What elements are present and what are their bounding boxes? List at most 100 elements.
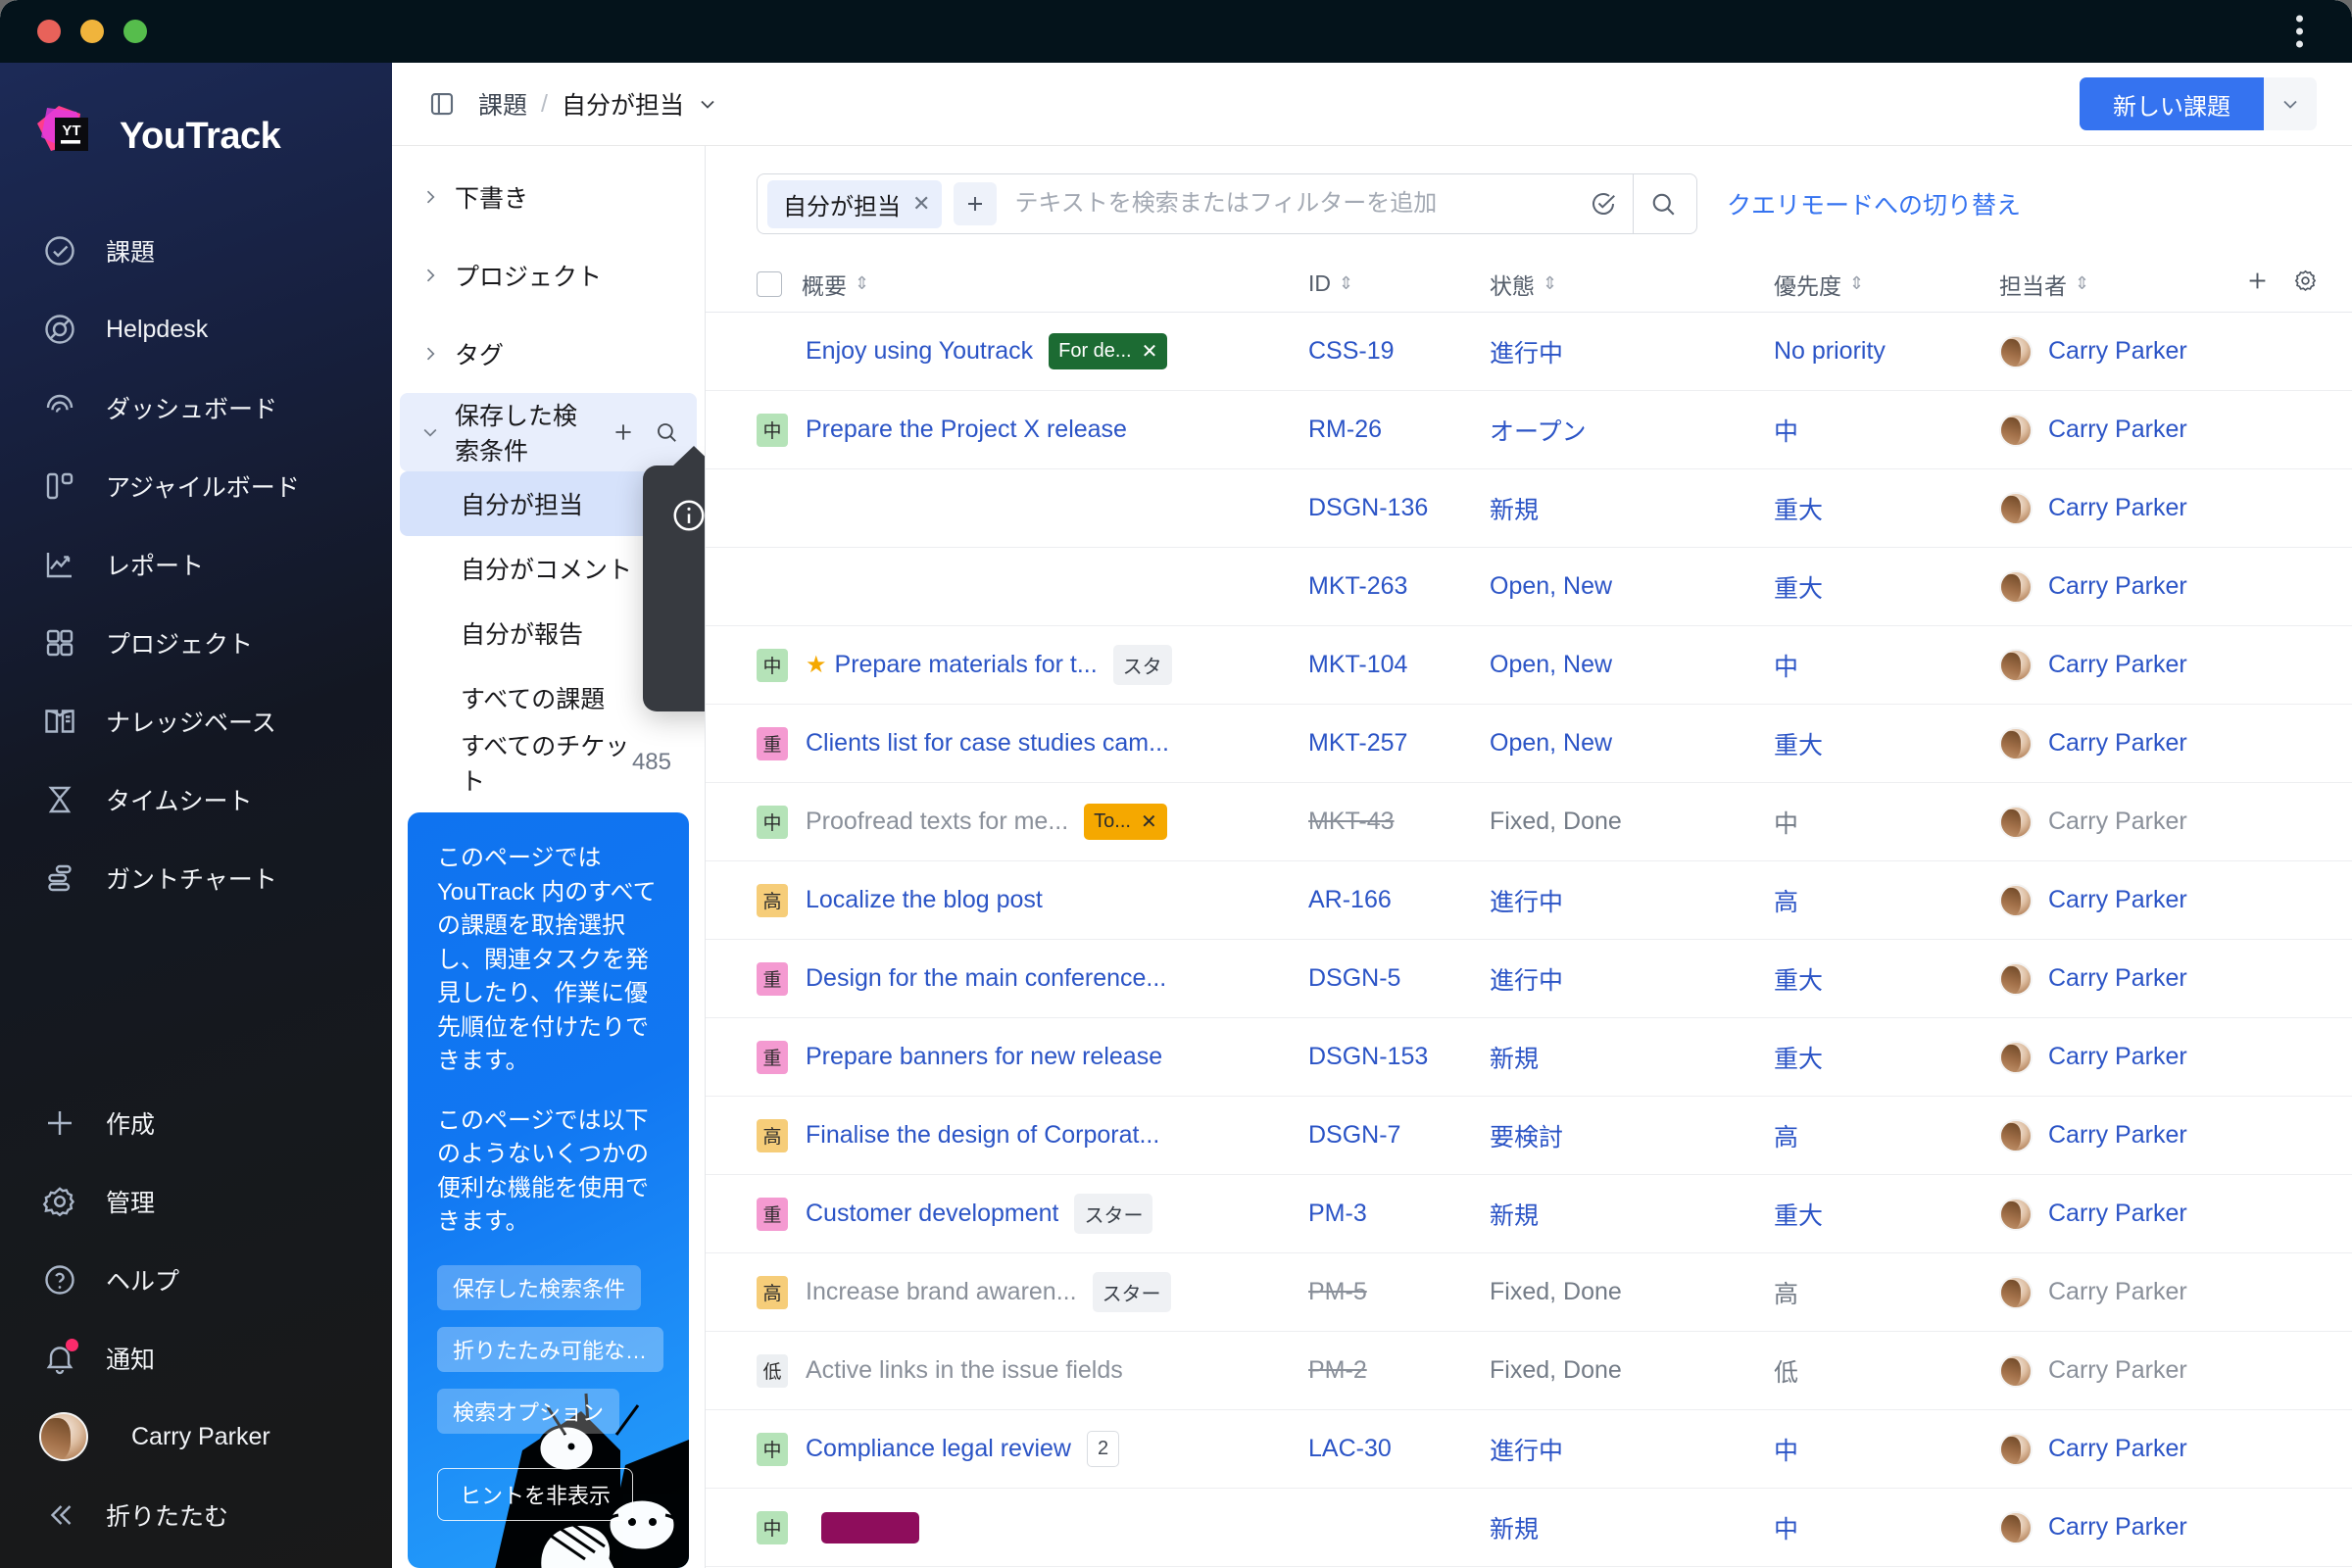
cell-assignee[interactable]: Carry Parker bbox=[1999, 491, 2244, 525]
table-row[interactable]: 中 Proofread texts for me... To... ✕ MKT-43 Fi… bbox=[706, 783, 2352, 861]
cell-priority[interactable]: 重大 bbox=[1774, 569, 1999, 605]
issue-id-link[interactable]: AR-166 bbox=[1308, 886, 1392, 913]
promo-chip-search-options[interactable]: 検索オプション bbox=[437, 1389, 620, 1435]
issue-summary-link[interactable]: Localize the blog post bbox=[806, 886, 1043, 914]
cell-assignee[interactable]: Carry Parker bbox=[1999, 726, 2244, 760]
issue-id-link[interactable]: CSS-19 bbox=[1308, 337, 1395, 365]
brand[interactable]: YT YouTrack bbox=[0, 63, 392, 212]
table-settings-button[interactable] bbox=[2292, 268, 2319, 300]
issue-summary-link[interactable]: Clients list for case studies cam... bbox=[806, 729, 1169, 758]
switch-to-query-mode-link[interactable]: クエリモードへの切り替え bbox=[1727, 186, 2021, 221]
issue-id-link[interactable]: PM-3 bbox=[1308, 1200, 1367, 1227]
cell-priority[interactable]: No priority bbox=[1774, 337, 1999, 366]
sidebar-item-reports[interactable]: レポート bbox=[0, 525, 392, 604]
cell-state[interactable]: Fixed, Done bbox=[1490, 1278, 1774, 1306]
sidebar-item-user-profile[interactable]: Carry Parker bbox=[0, 1397, 392, 1476]
cell-assignee[interactable]: Carry Parker bbox=[1999, 1275, 2244, 1309]
issue-id-link[interactable]: PM-2 bbox=[1308, 1356, 1367, 1384]
sidebar-item-create[interactable]: 作成 bbox=[0, 1084, 392, 1162]
table-row[interactable]: 中新規中 Carry Parker bbox=[706, 1489, 2352, 1567]
table-row[interactable]: 高 Localize the blog post AR-166 進行中高 Carry P… bbox=[706, 861, 2352, 940]
table-row[interactable]: 中 Compliance legal review 2 LAC-30 進行中中 Carry… bbox=[706, 1410, 2352, 1489]
add-column-button[interactable] bbox=[2244, 268, 2271, 300]
issue-summary-link[interactable]: Increase brand awaren... bbox=[806, 1278, 1077, 1306]
cell-priority[interactable]: 低 bbox=[1774, 1353, 1999, 1389]
issue-id-link[interactable]: DSGN-136 bbox=[1308, 494, 1428, 521]
close-icon[interactable]: ✕ bbox=[1142, 339, 1158, 364]
zoom-window-button[interactable] bbox=[123, 20, 147, 43]
sidebar-item-help[interactable]: ヘルプ bbox=[0, 1241, 392, 1319]
issue-id-link[interactable]: LAC-30 bbox=[1308, 1435, 1392, 1462]
cell-assignee[interactable]: Carry Parker bbox=[1999, 1197, 2244, 1231]
cell-priority[interactable]: 中 bbox=[1774, 805, 1999, 840]
column-header-id[interactable]: ID ⇕ bbox=[1308, 270, 1490, 297]
issue-id-link[interactable]: PM-5 bbox=[1308, 1278, 1367, 1305]
cell-state[interactable]: 進行中 bbox=[1490, 961, 1774, 997]
tree-item-tags[interactable]: タグ bbox=[400, 315, 697, 393]
cell-state[interactable]: 新規 bbox=[1490, 491, 1774, 526]
table-row[interactable]: 重 Prepare banners for new release DSGN-153… bbox=[706, 1018, 2352, 1097]
breadcrumb-root[interactable]: 課題 bbox=[478, 86, 527, 122]
sidebar-item-dashboard[interactable]: ダッシュボード bbox=[0, 368, 392, 447]
sidebar-item-notifications[interactable]: 通知 bbox=[0, 1319, 392, 1397]
cell-assignee[interactable]: Carry Parker bbox=[1999, 805, 2244, 839]
cell-state[interactable]: 要検討 bbox=[1490, 1118, 1774, 1153]
table-row[interactable]: 重 Design for the main conference... DSGN-5… bbox=[706, 940, 2352, 1018]
cell-priority[interactable]: 重大 bbox=[1774, 1040, 1999, 1075]
issue-id-link[interactable]: RM-26 bbox=[1308, 416, 1382, 443]
column-header-assignee[interactable]: 担当者 ⇕ bbox=[1999, 268, 2244, 301]
table-row[interactable]: 中 ★ Prepare materials for t... スタ MKT-104 Ope… bbox=[706, 626, 2352, 705]
cell-priority[interactable]: 中 bbox=[1774, 413, 1999, 448]
issue-summary-link[interactable]: Finalise the design of Corporat... bbox=[806, 1121, 1159, 1150]
cell-assignee[interactable]: Carry Parker bbox=[1999, 1510, 2244, 1544]
cell-priority[interactable]: 重大 bbox=[1774, 726, 1999, 761]
issue-summary-link[interactable]: Active links in the issue fields bbox=[806, 1356, 1123, 1385]
issue-id-link[interactable]: MKT-104 bbox=[1308, 651, 1407, 678]
tree-item-drafts[interactable]: 下書き bbox=[400, 158, 697, 236]
table-row[interactable]: 重 Customer development スター PM-3 新規 重大 Carry Pa… bbox=[706, 1175, 2352, 1253]
sidebar-item-issues[interactable]: 課題 bbox=[0, 212, 392, 290]
breadcrumb-current[interactable]: 自分が担当 bbox=[562, 86, 719, 122]
issue-summary-link[interactable]: Compliance legal review bbox=[806, 1435, 1071, 1463]
cell-state[interactable]: 進行中 bbox=[1490, 334, 1774, 369]
cell-priority[interactable]: 高 bbox=[1774, 1275, 1999, 1310]
issue-id-link[interactable]: DSGN-7 bbox=[1308, 1121, 1400, 1149]
issue-tag[interactable]: For de... ✕ bbox=[1049, 333, 1168, 369]
close-window-button[interactable] bbox=[37, 20, 61, 43]
cell-assignee[interactable]: Carry Parker bbox=[1999, 648, 2244, 682]
filter-chip-assigned-to-me[interactable]: 自分が担当 ✕ bbox=[767, 179, 943, 228]
issue-id-link[interactable]: MKT-263 bbox=[1308, 572, 1407, 600]
hide-tips-button[interactable]: ヒントを非表示 bbox=[437, 1468, 634, 1522]
sidebar-item-agile-boards[interactable]: アジャイルボード bbox=[0, 447, 392, 525]
cell-assignee[interactable]: Carry Parker bbox=[1999, 1353, 2244, 1388]
cell-priority[interactable]: 高 bbox=[1774, 883, 1999, 918]
table-row[interactable]: 重 Clients list for case studies cam... MKT… bbox=[706, 705, 2352, 783]
cell-state[interactable]: Fixed, Done bbox=[1490, 1356, 1774, 1385]
search-icon[interactable] bbox=[1640, 189, 1687, 219]
cell-priority[interactable]: 重大 bbox=[1774, 961, 1999, 997]
star-icon[interactable]: ★ bbox=[806, 651, 827, 679]
table-row[interactable]: MKT-263 Open, New 重大 Carry Parker bbox=[706, 548, 2352, 626]
issue-tag[interactable]: 2 bbox=[1086, 1431, 1120, 1467]
issue-summary-link[interactable]: Prepare materials for t... bbox=[835, 651, 1098, 679]
issue-summary-link[interactable]: Prepare the Project X release bbox=[806, 416, 1127, 444]
column-header-summary[interactable]: 概要 ⇕ bbox=[802, 268, 1308, 301]
cell-assignee[interactable]: Carry Parker bbox=[1999, 334, 2244, 368]
table-row[interactable]: 中 Prepare the Project X release RM-26 オープン中… bbox=[706, 391, 2352, 469]
search-box[interactable]: 自分が担当 ✕ bbox=[757, 173, 1697, 234]
select-all-checkbox[interactable] bbox=[757, 270, 782, 297]
new-issue-dropdown-button[interactable] bbox=[2264, 77, 2317, 130]
promo-chip-collapsible-sidebar[interactable]: 折りたたみ可能なサイド... bbox=[437, 1327, 663, 1373]
issue-summary-link[interactable]: Prepare banners for new release bbox=[806, 1043, 1162, 1071]
issue-tag[interactable]: スター bbox=[1074, 1194, 1153, 1234]
table-row[interactable]: Enjoy using Youtrack For de... ✕ CSS-19 進行中 N… bbox=[706, 313, 2352, 391]
search-saved-searches-button[interactable] bbox=[654, 419, 679, 445]
tree-item-projects[interactable]: プロジェクト bbox=[400, 236, 697, 315]
cell-state[interactable]: Open, New bbox=[1490, 572, 1774, 601]
issue-tag[interactable] bbox=[821, 1511, 919, 1544]
tree-item-saved-searches[interactable]: 保存した検索条件 bbox=[400, 393, 697, 471]
issue-id-link[interactable]: DSGN-5 bbox=[1308, 964, 1400, 992]
cell-state[interactable]: Open, New bbox=[1490, 729, 1774, 758]
issue-tag[interactable]: スタ bbox=[1112, 645, 1172, 685]
cell-state[interactable]: 新規 bbox=[1490, 1197, 1774, 1232]
